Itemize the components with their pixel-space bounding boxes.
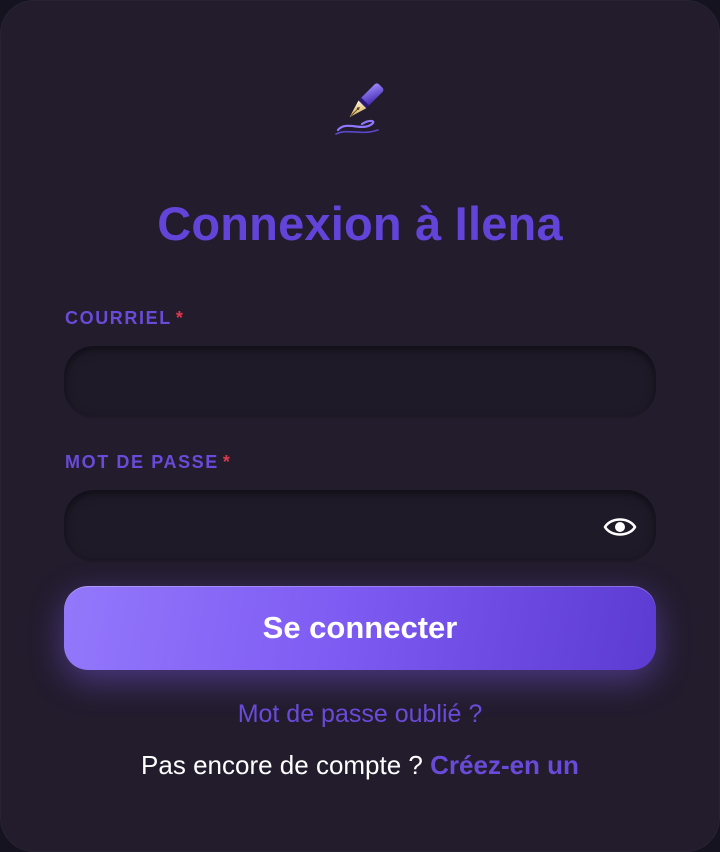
signup-prompt: Pas encore de compte ? Créez-en un <box>0 750 720 781</box>
signup-link[interactable]: Créez-en un <box>430 750 579 780</box>
required-mark: * <box>222 452 232 472</box>
password-field[interactable] <box>64 490 656 562</box>
password-label-text: MOT DE PASSE <box>65 452 219 472</box>
page-title: Connexion à Ilena <box>157 197 563 250</box>
email-label-text: COURRIEL <box>65 308 172 328</box>
signup-prompt-text: Pas encore de compte ? <box>141 750 423 780</box>
required-mark: * <box>175 308 185 328</box>
email-field[interactable] <box>64 346 656 418</box>
forgot-password-link[interactable]: Mot de passe oublié ? <box>0 700 720 729</box>
password-label: MOT DE PASSE * <box>65 452 232 473</box>
email-label: COURRIEL * <box>65 308 184 329</box>
fountain-pen-icon <box>335 83 384 135</box>
login-card: Connexion à Ilena COURRIEL * MOT DE PASSE… <box>0 0 720 852</box>
eye-icon[interactable] <box>603 512 637 542</box>
login-button[interactable]: Se connecter <box>64 586 656 670</box>
